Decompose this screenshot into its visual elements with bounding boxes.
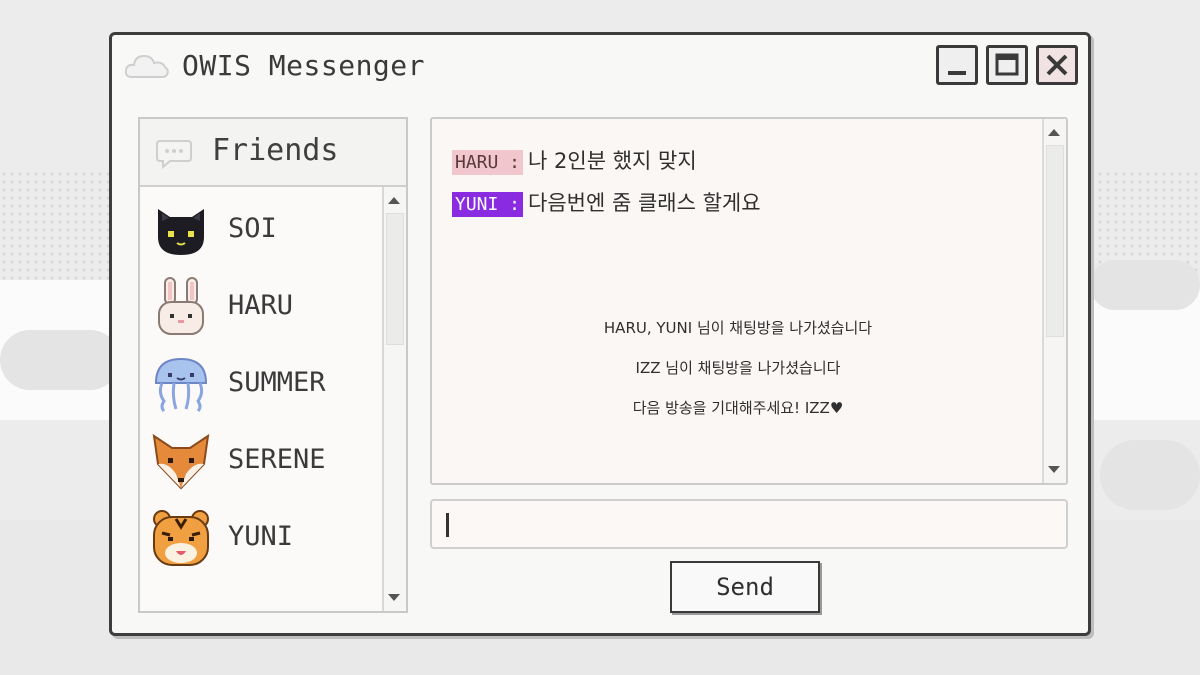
- chat-message: HARU :나 2인분 했지 맞지: [452, 145, 697, 175]
- friends-scrollbar[interactable]: [382, 187, 406, 611]
- maximize-icon: [995, 53, 1019, 76]
- scrollbar-thumb[interactable]: [1046, 145, 1064, 337]
- title-bar[interactable]: OWIS Messenger: [112, 35, 1088, 101]
- chat-bubble-icon: [156, 140, 192, 170]
- message-sender: YUNI :: [452, 192, 524, 217]
- white-rabbit-icon: [158, 277, 204, 335]
- system-message: 다음 방송을 기대해주세요! IZZ♥: [632, 399, 844, 417]
- system-message: HARU, YUNI 님이 채팅방을 나가셨습니다: [603, 319, 873, 337]
- friend-item-haru[interactable]: HARU: [150, 272, 378, 342]
- window-title: OWIS Messenger: [182, 49, 426, 82]
- cloud-icon: [124, 54, 169, 78]
- friends-panel: Friends SOI HARU SUMMER SERENE YUNI: [138, 117, 408, 613]
- background-cloud: [1090, 260, 1200, 310]
- message-text: 다음번엔 줌 클래스 할게요: [528, 191, 761, 215]
- scroll-down-icon[interactable]: [1048, 466, 1060, 473]
- chat-log: HARU :나 2인분 했지 맞지 YUNI : 다음번엔 줌 클래스 할게요 H…: [430, 117, 1068, 485]
- message-input[interactable]: [430, 499, 1068, 549]
- friend-item-yuni[interactable]: YUNI: [150, 503, 378, 573]
- scrollbar-thumb[interactable]: [386, 213, 404, 345]
- scroll-up-icon[interactable]: [1048, 129, 1060, 136]
- text-cursor: [446, 513, 449, 537]
- messenger-window: OWIS Messenger Friends SOI HARU SUMMER S…: [109, 32, 1091, 636]
- minimize-icon: [948, 71, 966, 75]
- scroll-down-icon[interactable]: [388, 594, 400, 601]
- friend-name: SERENE: [228, 444, 326, 475]
- friend-name: HARU: [228, 290, 294, 321]
- background-cloud: [0, 330, 120, 390]
- maximize-button[interactable]: [986, 45, 1028, 85]
- friend-item-serene[interactable]: SERENE: [150, 426, 378, 496]
- message-text: 나 2인분 했지 맞지: [528, 149, 697, 173]
- tiger-icon: [153, 510, 209, 566]
- system-message: IZZ 님이 채팅방을 나가셨습니다: [635, 359, 841, 377]
- background-cloud: [1100, 440, 1200, 510]
- scroll-up-icon[interactable]: [388, 197, 400, 204]
- friends-header: Friends: [140, 119, 406, 187]
- close-button[interactable]: [1036, 45, 1078, 85]
- friend-item-summer[interactable]: SUMMER: [150, 349, 378, 419]
- jellyfish-icon: [154, 357, 208, 413]
- chat-scrollbar[interactable]: [1042, 119, 1066, 483]
- black-cat-icon: [158, 209, 204, 255]
- message-sender: HARU :: [452, 150, 524, 175]
- friend-name: YUNI: [228, 521, 294, 552]
- close-icon: [1046, 54, 1068, 76]
- friend-name: SOI: [228, 213, 277, 244]
- chat-message: YUNI : 다음번엔 줌 클래스 할게요: [452, 187, 761, 217]
- friend-name: SUMMER: [228, 367, 326, 398]
- minimize-button[interactable]: [936, 45, 978, 85]
- friend-item-soi[interactable]: SOI: [150, 195, 378, 265]
- friends-title: Friends: [212, 133, 339, 168]
- friends-list: SOI HARU SUMMER SERENE YUNI: [140, 187, 384, 611]
- send-button[interactable]: Send: [670, 561, 820, 613]
- fox-icon: [152, 433, 210, 490]
